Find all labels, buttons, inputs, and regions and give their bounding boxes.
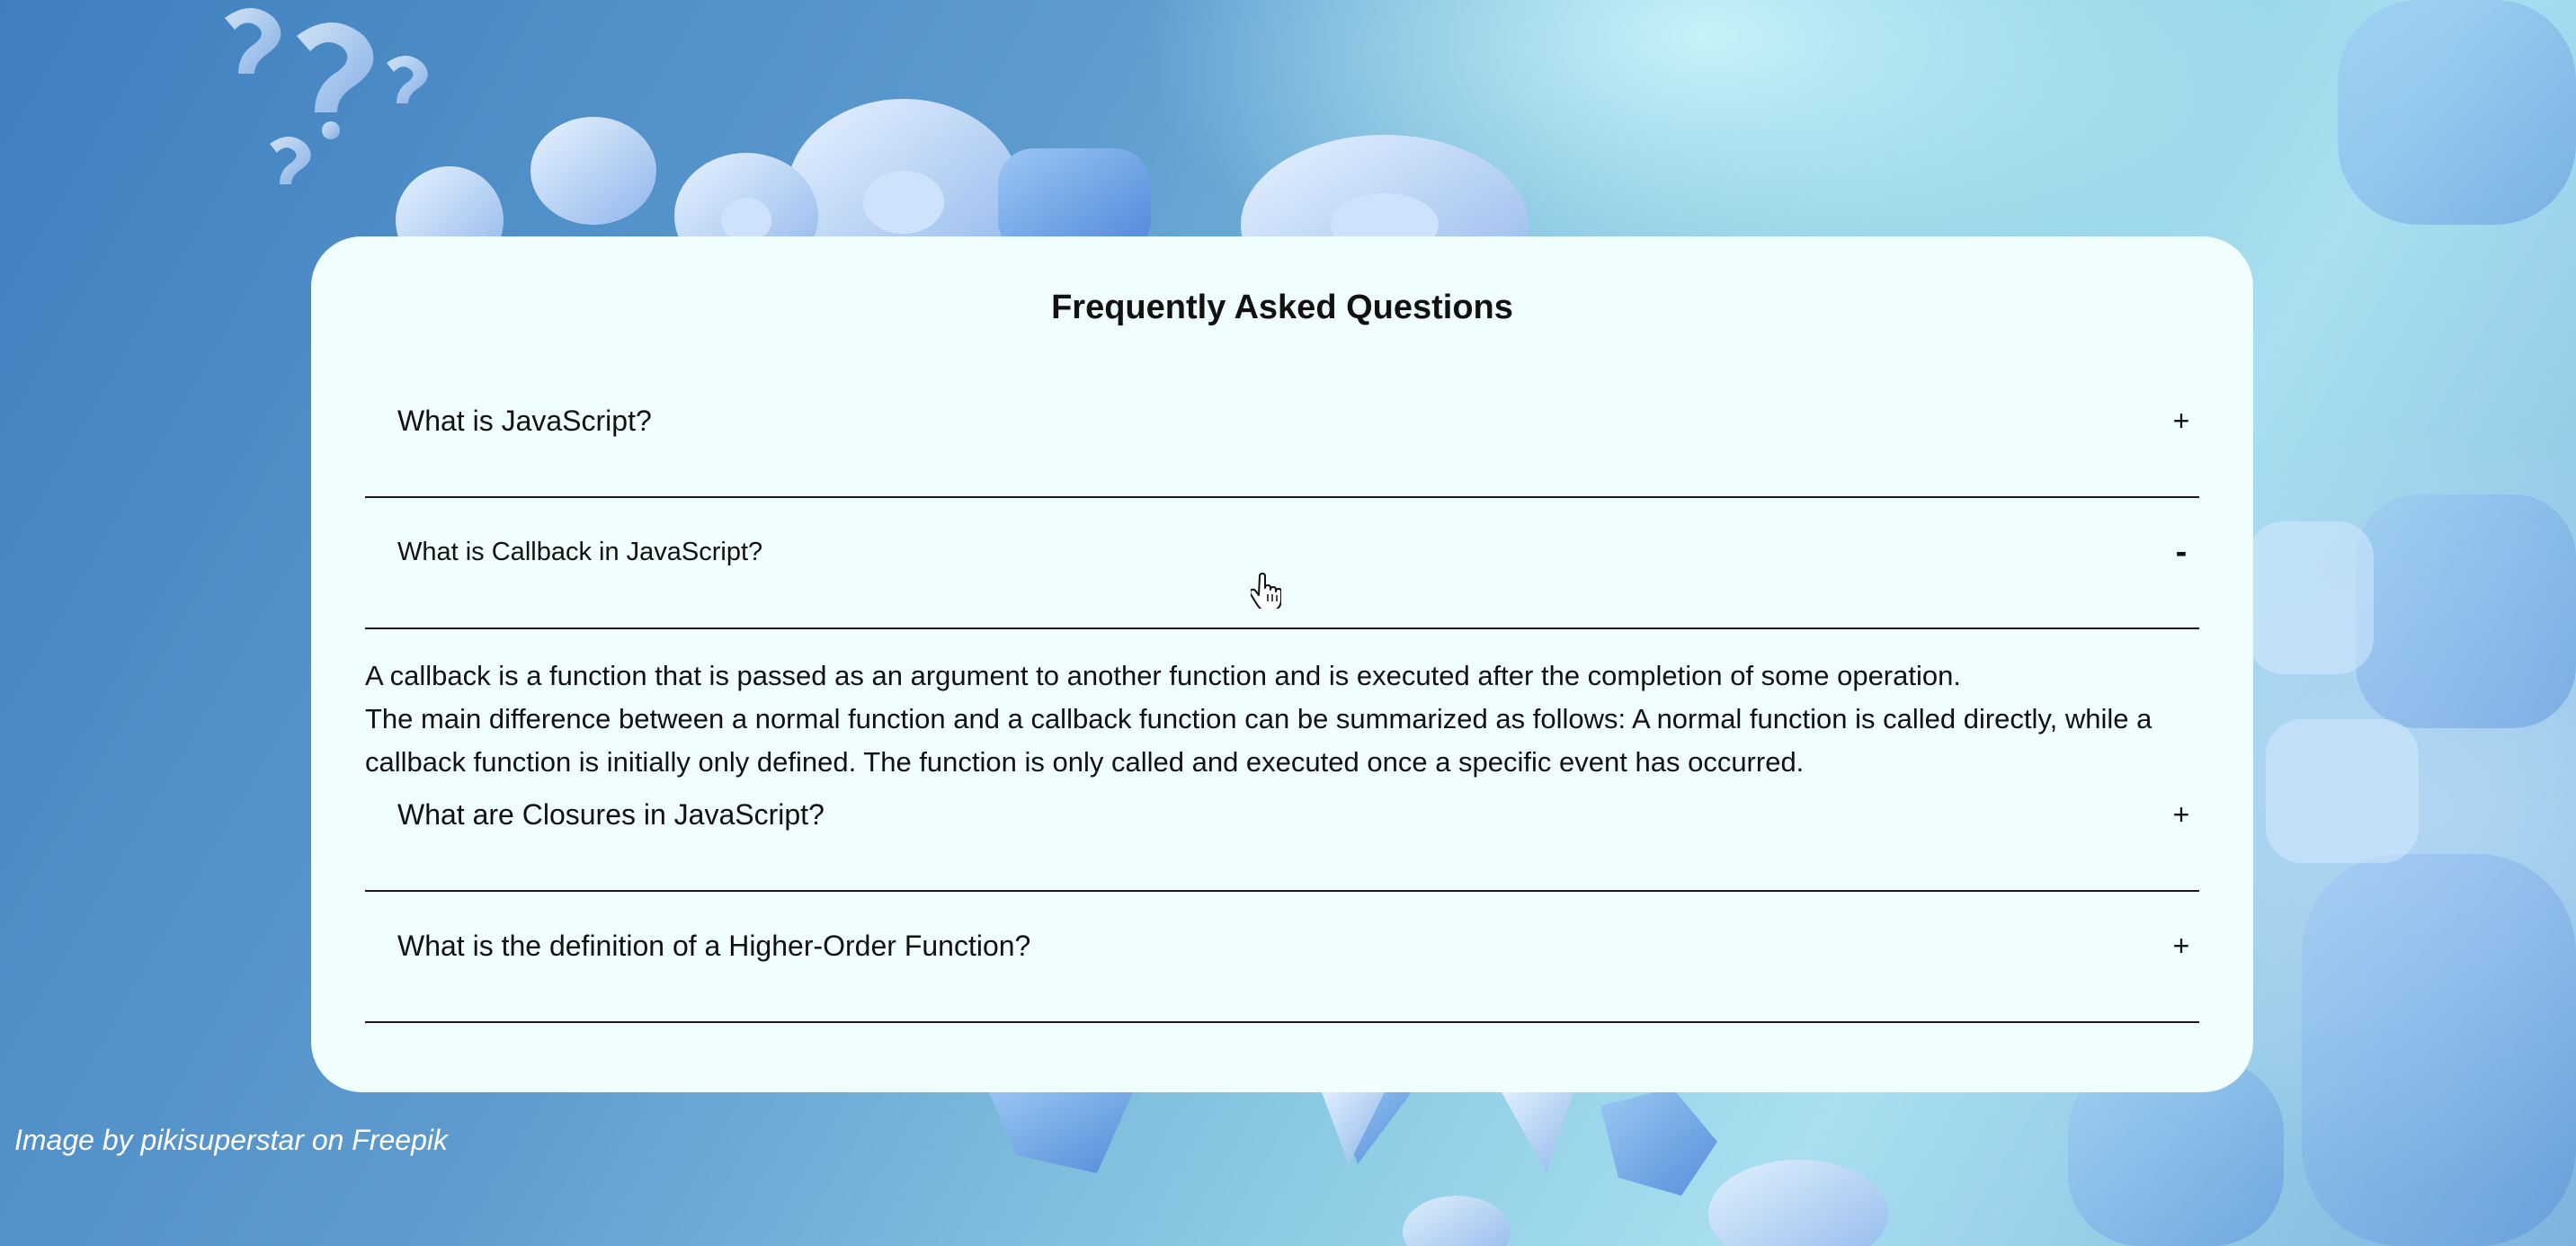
faq-item-javascript[interactable]: What is JavaScript? + xyxy=(365,367,2199,498)
faq-card: Frequently Asked Questions What is JavaS… xyxy=(311,236,2253,1092)
faq-item-higher-order-function[interactable]: What is the definition of a Higher-Order… xyxy=(365,892,2199,1023)
page-title: Frequently Asked Questions xyxy=(1051,289,1513,326)
faq-item-callback[interactable]: What is Callback in JavaScript? - xyxy=(365,498,2199,629)
plus-icon[interactable]: + xyxy=(2163,892,2199,1000)
faq-answer-line: A callback is a function that is passed … xyxy=(365,660,1961,691)
faq-question[interactable]: What is JavaScript? xyxy=(397,367,652,475)
plus-icon[interactable]: + xyxy=(2163,367,2199,475)
hand-pointer-icon xyxy=(1251,573,1281,609)
plus-icon[interactable]: + xyxy=(2163,761,2199,868)
faq-question[interactable]: What are Closures in JavaScript? xyxy=(397,761,824,868)
minus-icon[interactable]: - xyxy=(2163,498,2199,606)
faq-question[interactable]: What is Callback in JavaScript? xyxy=(397,498,762,606)
faq-item-closures[interactable]: What are Closures in JavaScript? + xyxy=(365,761,2199,892)
faq-list: What is JavaScript? + What is Callback i… xyxy=(365,367,2199,1023)
faq-question[interactable]: What is the definition of a Higher-Order… xyxy=(397,892,1030,1000)
image-credit: Image by pikisuperstar on Freepik xyxy=(14,1124,448,1156)
faq-answer-callback: A callback is a function that is passed … xyxy=(365,629,2199,778)
